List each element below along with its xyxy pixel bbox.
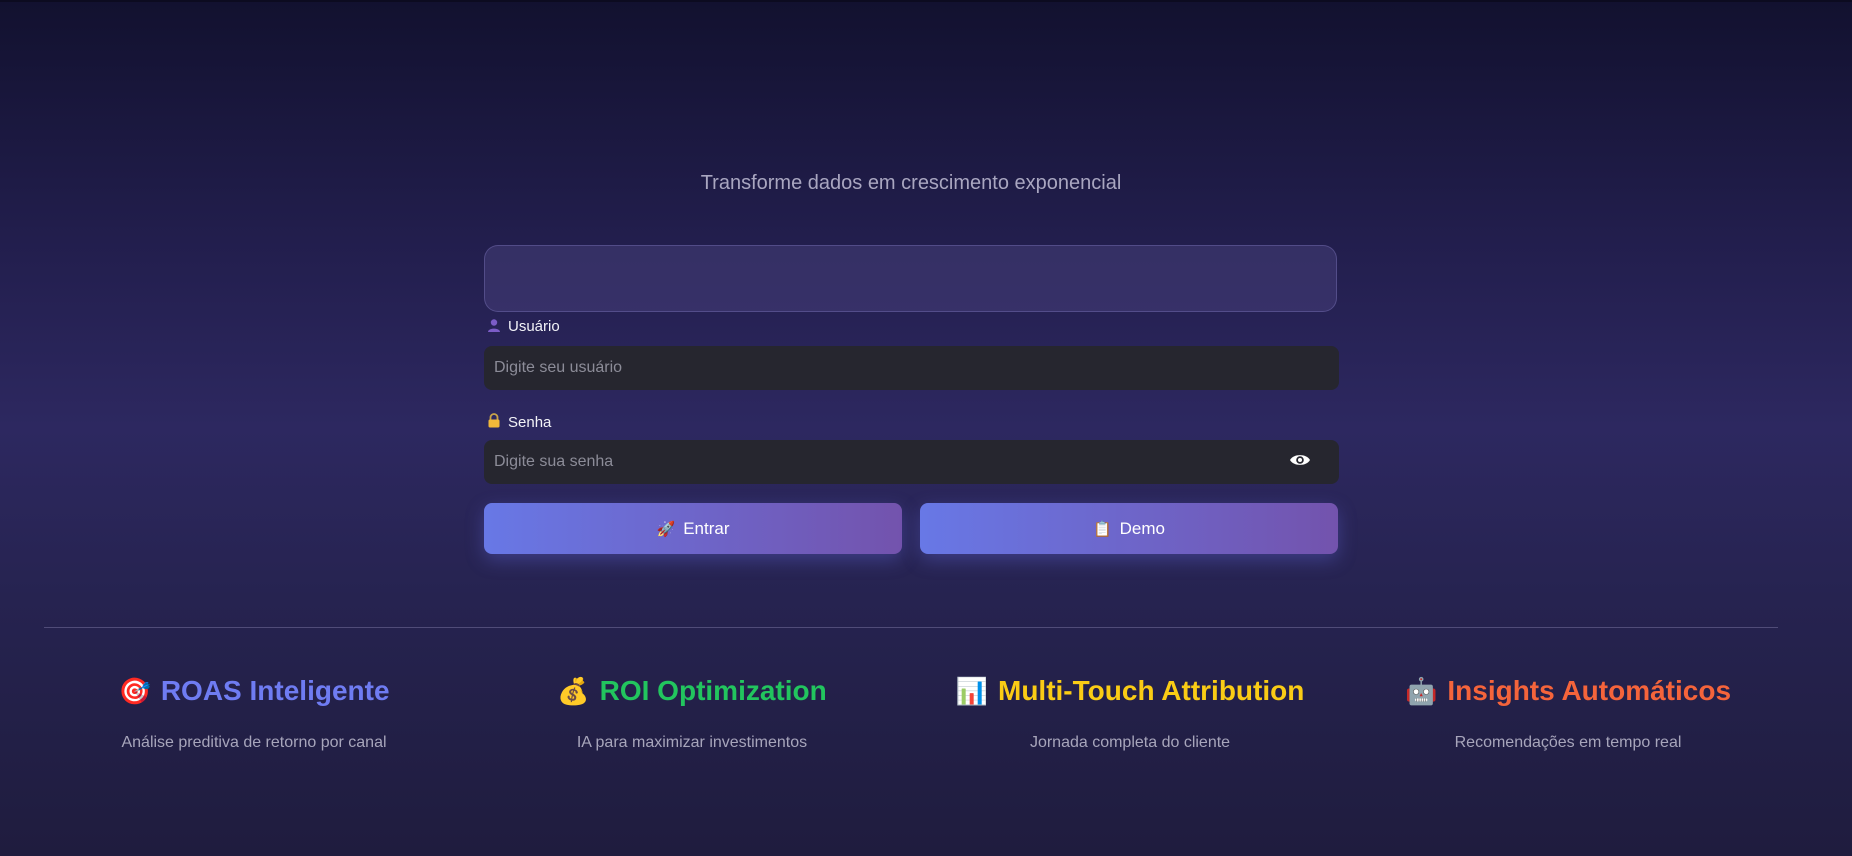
feature-description: Análise preditiva de retorno por canal [121, 734, 387, 751]
feature-roas: 🎯 ROAS Inteligente Análise preditiva de … [34, 668, 474, 752]
enter-button[interactable]: 🚀 Entrar [484, 503, 902, 554]
bar-chart-icon: 📊 [955, 675, 988, 706]
feature-description: Jornada completa do cliente [1029, 734, 1231, 751]
feature-roi: 💰 ROI Optimization IA para maximizar inv… [472, 668, 912, 752]
username-input[interactable] [484, 346, 1339, 390]
password-input[interactable] [484, 440, 1339, 484]
feature-attribution: 📊 Multi-Touch Attribution Jornada comple… [910, 668, 1350, 752]
feature-insights: 🤖 Insights Automáticos Recomendações em … [1348, 668, 1788, 752]
feature-description: Recomendações em tempo real [1454, 734, 1682, 751]
username-label: Usuário [486, 318, 560, 335]
username-label-text: Usuário [508, 318, 560, 335]
demo-button-label: Demo [1119, 518, 1166, 538]
password-label-text: Senha [508, 413, 552, 431]
robot-icon: 🤖 [1404, 675, 1438, 706]
feature-title: 📊 Multi-Touch Attribution [910, 668, 1350, 714]
user-icon [486, 318, 502, 335]
section-divider [44, 627, 1778, 628]
feature-title-text: Insights Automáticos [1447, 675, 1732, 706]
feature-description: IA para maximizar investimentos [576, 734, 808, 751]
rocket-icon: 🚀 [656, 520, 676, 538]
enter-button-label: Entrar [683, 518, 730, 538]
password-label: Senha [486, 413, 551, 431]
target-icon: 🎯 [118, 675, 151, 706]
login-card-header [484, 245, 1337, 312]
feature-title: 💰 ROI Optimization [472, 668, 912, 714]
top-strip [0, 0, 1852, 2]
eye-icon [1289, 452, 1311, 473]
money-bag-icon: 💰 [557, 675, 590, 706]
feature-title-text: ROI Optimization [599, 675, 827, 706]
feature-title-text: Multi-Touch Attribution [998, 675, 1305, 706]
lock-icon [486, 413, 502, 431]
clipboard-icon: 📋 [1092, 520, 1112, 538]
page-subtitle: Transforme dados em crescimento exponenc… [700, 172, 1122, 194]
demo-button[interactable]: 📋 Demo [920, 503, 1338, 554]
feature-title: 🤖 Insights Automáticos [1348, 668, 1788, 714]
feature-title: 🎯 ROAS Inteligente [34, 668, 474, 714]
show-password-toggle[interactable] [1286, 451, 1314, 473]
feature-title-text: ROAS Inteligente [160, 675, 390, 706]
